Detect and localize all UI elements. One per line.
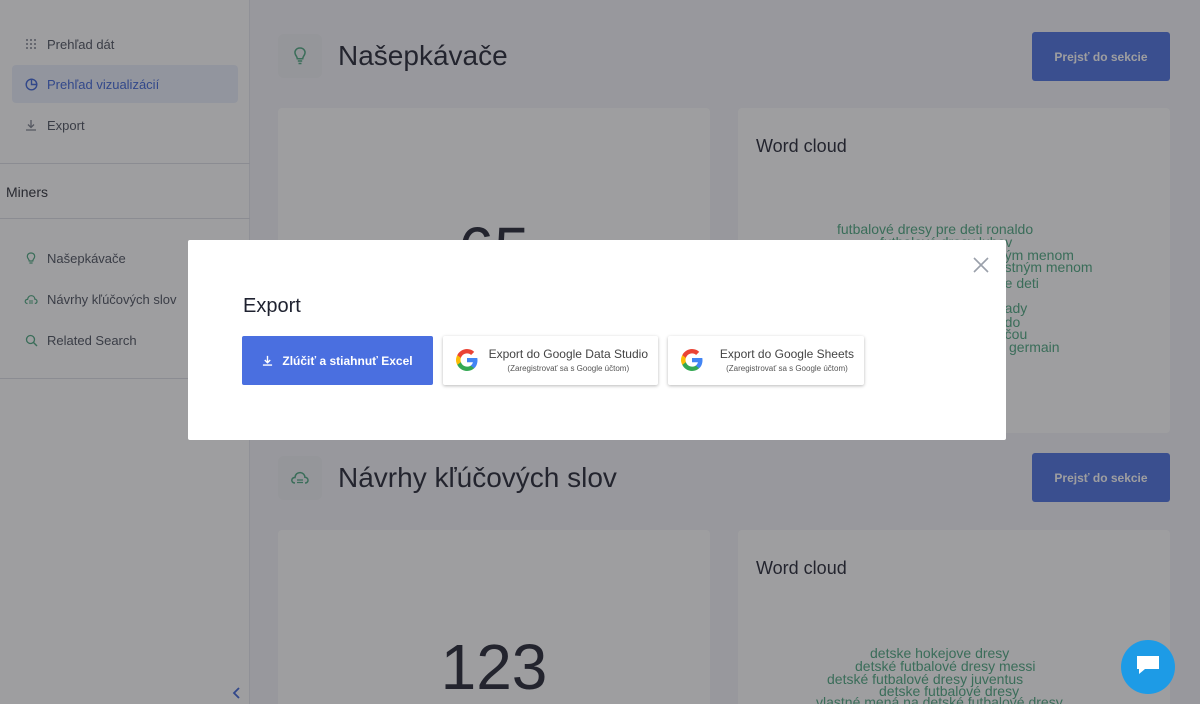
button-sublabel: (Zaregistrovať sa s Google účtom)	[726, 364, 848, 373]
google-icon	[680, 348, 704, 372]
button-label: Zlúčiť a stiahnuť Excel	[282, 353, 413, 368]
chat-launcher-button[interactable]	[1121, 640, 1175, 694]
close-icon[interactable]	[970, 255, 992, 277]
google-icon	[455, 348, 479, 372]
chat-bubble-icon	[1135, 653, 1161, 682]
merge-download-excel-button[interactable]: Zlúčiť a stiahnuť Excel	[242, 336, 433, 385]
button-label: Export do Google Data Studio	[488, 347, 648, 361]
button-label: Export do Google Sheets	[719, 347, 854, 361]
export-google-data-studio-button[interactable]: Export do Google Data Studio (Zaregistro…	[443, 336, 658, 385]
export-modal: Export Zlúčiť a stiahnuť Excel Export do…	[188, 240, 1006, 440]
button-sublabel: (Zaregistrovať sa s Google účtom)	[507, 364, 630, 373]
download-icon	[262, 355, 273, 366]
modal-title: Export	[243, 295, 301, 317]
export-google-sheets-button[interactable]: Export do Google Sheets (Zaregistrovať s…	[668, 336, 864, 385]
